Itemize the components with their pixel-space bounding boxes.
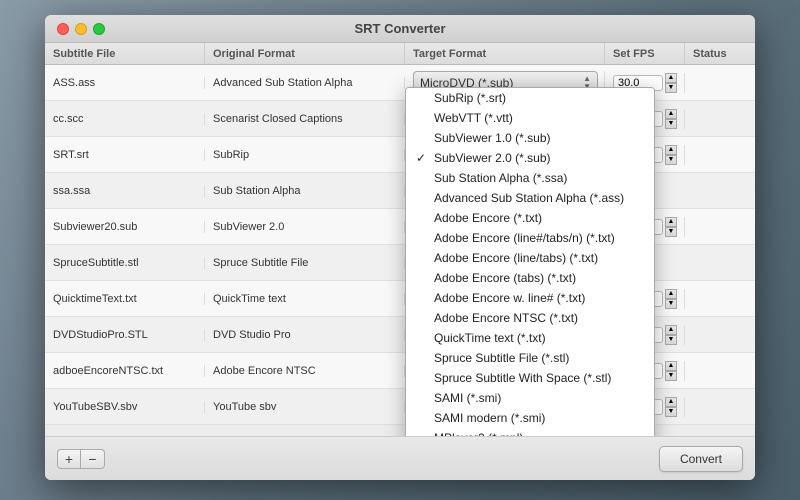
fps-up-1[interactable]: ▲ (665, 109, 677, 119)
dropdown-item-subviewer1[interactable]: SubViewer 1.0 (*.sub) (406, 128, 654, 148)
cell-subtitle-9: YouTubeSBV.sbv (45, 401, 205, 413)
col-header-fps: Set FPS (605, 43, 685, 64)
fps-up-7[interactable]: ▲ (665, 325, 677, 335)
window-title: SRT Converter (354, 21, 445, 36)
cell-subtitle-1: cc.scc (45, 113, 205, 125)
dropdown-item-quicktime[interactable]: QuickTime text (*.txt) (406, 328, 654, 348)
cell-subtitle-8: adboeEncoreNTSC.txt (45, 365, 205, 377)
dropdown-item-adobe-encore[interactable]: Adobe Encore (*.txt) (406, 208, 654, 228)
dropdown-item-sami-modern[interactable]: SAMI modern (*.smi) (406, 408, 654, 428)
dropdown-item-adobe-encore-tabs-n[interactable]: Adobe Encore (line#/tabs/n) (*.txt) (406, 228, 654, 248)
cell-original-3: Sub Station Alpha (205, 185, 405, 197)
cell-original-5: Spruce Subtitle File (205, 257, 405, 269)
remove-button[interactable]: − (81, 449, 105, 469)
dropdown-item-substation[interactable]: Sub Station Alpha (*.ssa) (406, 168, 654, 188)
fps-down-6[interactable]: ▼ (665, 299, 677, 309)
dropdown-item-sami[interactable]: SAMI (*.smi) (406, 388, 654, 408)
fps-down-2[interactable]: ▼ (665, 155, 677, 165)
add-remove-group: + − (57, 449, 105, 469)
fps-stepper-7: ▲ ▼ (665, 325, 677, 345)
dropdown-item-subviewer2[interactable]: SubViewer 2.0 (*.sub) (406, 148, 654, 168)
cell-original-7: DVD Studio Pro (205, 329, 405, 341)
cell-subtitle-0: ASS.ass (45, 77, 205, 89)
fps-down-8[interactable]: ▼ (665, 371, 677, 381)
dropdown-item-spruce-space[interactable]: Spruce Subtitle With Space (*.stl) (406, 368, 654, 388)
fps-up-8[interactable]: ▲ (665, 361, 677, 371)
minimize-button[interactable] (75, 23, 87, 35)
cell-original-9: YouTube sbv (205, 401, 405, 413)
convert-button[interactable]: Convert (659, 446, 743, 472)
dropdown-item-adobe-encore-w-line[interactable]: Adobe Encore w. line# (*.txt) (406, 288, 654, 308)
traffic-lights (57, 23, 105, 35)
content-area: ASS.ass Advanced Sub Station Alpha Micro… (45, 65, 755, 436)
cell-original-0: Advanced Sub Station Alpha (205, 77, 405, 89)
fps-down-1[interactable]: ▼ (665, 119, 677, 129)
fps-stepper-4: ▲ ▼ (665, 217, 677, 237)
fps-down-7[interactable]: ▼ (665, 335, 677, 345)
col-header-subtitle: Subtitle File (45, 43, 205, 64)
cell-subtitle-2: SRT.srt (45, 149, 205, 161)
table-header: Subtitle File Original Format Target For… (45, 43, 755, 65)
dropdown-item-subrip[interactable]: SubRip (*.srt) (406, 88, 654, 108)
cell-subtitle-4: Subviewer20.sub (45, 221, 205, 233)
dropdown-item-adobe-encore-tabs[interactable]: Adobe Encore (tabs) (*.txt) (406, 268, 654, 288)
cell-subtitle-6: QuicktimeText.txt (45, 293, 205, 305)
fps-stepper-2: ▲ ▼ (665, 145, 677, 165)
fps-stepper-0: ▲ ▼ (665, 73, 677, 93)
cell-subtitle-7: DVDStudioPro.STL (45, 329, 205, 341)
fps-down-4[interactable]: ▼ (665, 227, 677, 237)
dropdown-item-advsubstation[interactable]: Advanced Sub Station Alpha (*.ass) (406, 188, 654, 208)
cell-original-6: QuickTime text (205, 293, 405, 305)
dropdown-item-webvtt[interactable]: WebVTT (*.vtt) (406, 108, 654, 128)
bottom-bar: + − Convert (45, 436, 755, 480)
dropdown-item-mplayer2[interactable]: MPlayer2 (*.mpl) (406, 428, 654, 436)
fps-stepper-8: ▲ ▼ (665, 361, 677, 381)
dropdown-item-spruce[interactable]: Spruce Subtitle File (*.stl) (406, 348, 654, 368)
fps-stepper-6: ▲ ▼ (665, 289, 677, 309)
col-header-original: Original Format (205, 43, 405, 64)
cell-subtitle-3: ssa.ssa (45, 185, 205, 197)
fps-up-0[interactable]: ▲ (665, 73, 677, 83)
dropdown-item-adobe-encore-line[interactable]: Adobe Encore (line/tabs) (*.txt) (406, 248, 654, 268)
col-header-target: Target Format (405, 43, 605, 64)
fps-up-9[interactable]: ▲ (665, 397, 677, 407)
fps-up-2[interactable]: ▲ (665, 145, 677, 155)
cell-subtitle-5: SpruceSubtitle.stl (45, 257, 205, 269)
fps-up-6[interactable]: ▲ (665, 289, 677, 299)
fps-down-9[interactable]: ▼ (665, 407, 677, 417)
target-format-dropdown[interactable]: SubRip (*.srt) WebVTT (*.vtt) SubViewer … (405, 87, 655, 436)
title-bar: SRT Converter (45, 15, 755, 43)
maximize-button[interactable] (93, 23, 105, 35)
cell-original-8: Adobe Encore NTSC (205, 365, 405, 377)
main-window: SRT Converter Subtitle File Original For… (45, 15, 755, 480)
fps-down-0[interactable]: ▼ (665, 83, 677, 93)
dropdown-item-adobe-encore-ntsc[interactable]: Adobe Encore NTSC (*.txt) (406, 308, 654, 328)
cell-original-2: SubRip (205, 149, 405, 161)
fps-stepper-1: ▲ ▼ (665, 109, 677, 129)
fps-up-4[interactable]: ▲ (665, 217, 677, 227)
col-header-status: Status (685, 43, 755, 64)
cell-original-1: Scenarist Closed Captions (205, 113, 405, 125)
close-button[interactable] (57, 23, 69, 35)
add-button[interactable]: + (57, 449, 81, 469)
fps-stepper-9: ▲ ▼ (665, 397, 677, 417)
cell-original-4: SubViewer 2.0 (205, 221, 405, 233)
